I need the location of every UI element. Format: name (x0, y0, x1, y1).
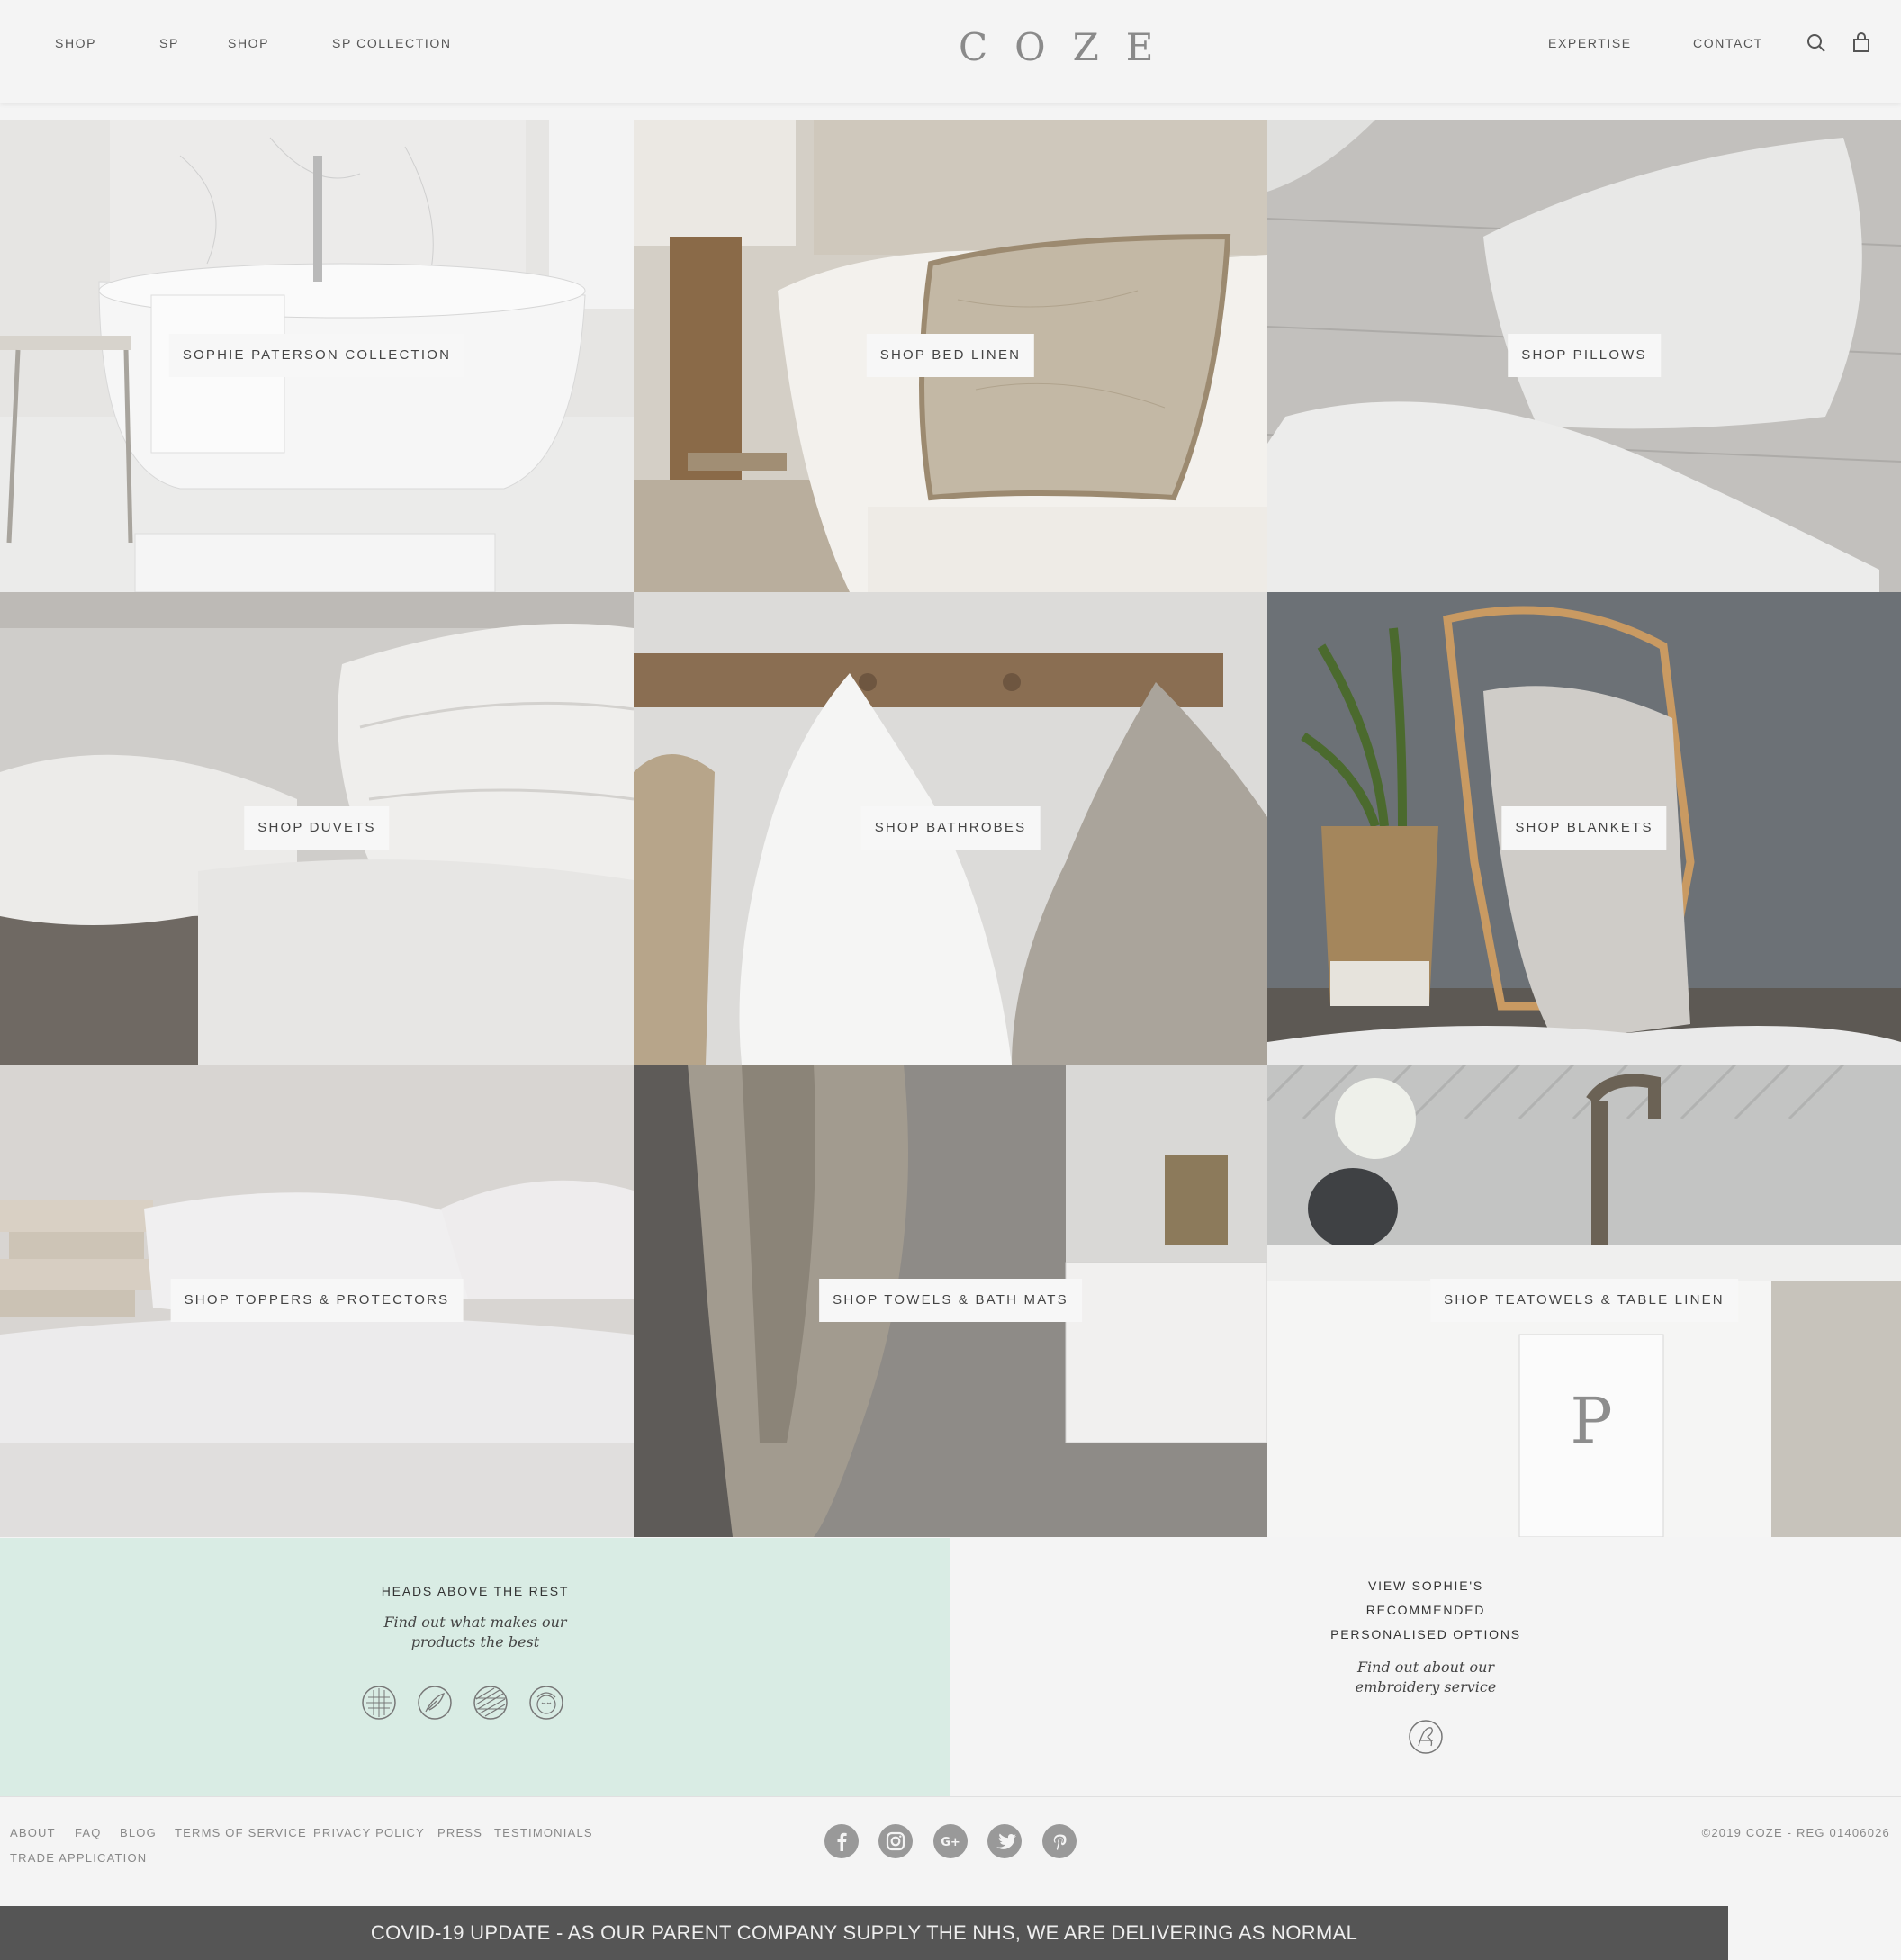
tile-shop-blankets[interactable]: SHOP BLANKETS (1267, 592, 1901, 1065)
footer-link-privacy[interactable]: PRIVACY POLICY (313, 1826, 425, 1839)
nav-shop-2[interactable]: SHOP (228, 36, 269, 50)
tile-label[interactable]: SHOP TEATOWELS & TABLE LINEN (1430, 1279, 1738, 1322)
facebook-icon[interactable] (824, 1824, 859, 1858)
promo-heading-line-3: PERSONALISED OPTIONS (1330, 1627, 1521, 1641)
promo-heads-above-the-rest[interactable]: HEADS ABOVE THE REST Find out what makes… (0, 1538, 950, 1796)
nav-sp-collection[interactable]: SP COLLECTION (332, 36, 452, 50)
monogram-p: P (1570, 1384, 1612, 1458)
tile-label[interactable]: SOPHIE PATERSON COLLECTION (168, 334, 465, 377)
promo-heading-line-1: VIEW SOPHIE'S (1368, 1578, 1483, 1593)
promo-subtext-1: Find out what makes our (383, 1614, 567, 1631)
tile-shop-duvets[interactable]: SHOP DUVETS (0, 592, 634, 1065)
footer-link-blog[interactable]: BLOG (120, 1826, 157, 1839)
monogram-icon (1409, 1720, 1443, 1754)
tile-shop-toppers-protectors[interactable]: SHOP TOPPERS & PROTECTORS (0, 1065, 634, 1537)
pinterest-icon[interactable] (1042, 1824, 1077, 1858)
promo-personalised-options[interactable]: VIEW SOPHIE'S RECOMMENDED PERSONALISED O… (950, 1538, 1901, 1796)
instagram-icon[interactable] (878, 1824, 913, 1858)
promo-subtext-2: embroidery service (1355, 1678, 1497, 1695)
thread-count-icon (473, 1686, 508, 1720)
tile-sophie-paterson-collection[interactable]: SOPHIE PATERSON COLLECTION (0, 120, 634, 592)
promo-heading-line-2: RECOMMENDED (1365, 1603, 1486, 1617)
feather-down-icon (418, 1686, 452, 1720)
site-header: SHOP SP SHOP SP COLLECTION COZE EXPERTIS… (0, 0, 1901, 103)
footer-link-about[interactable]: ABOUT (10, 1826, 56, 1839)
tile-label[interactable]: SHOP BATHROBES (860, 806, 1041, 850)
promo-heading: HEADS ABOVE THE REST (381, 1584, 570, 1598)
twitter-icon[interactable] (987, 1824, 1022, 1858)
tile-shop-bed-linen[interactable]: SHOP BED LINEN (634, 120, 1267, 592)
tile-label[interactable]: SHOP BED LINEN (866, 334, 1035, 377)
tile-label[interactable]: SHOP DUVETS (244, 806, 390, 850)
footer-link-terms[interactable]: TERMS OF SERVICE (175, 1826, 307, 1839)
nav-shop[interactable]: SHOP (55, 36, 96, 50)
copyright-text: ©2019 COZE - REG 01406026 (1701, 1826, 1890, 1839)
tile-shop-pillows[interactable]: SHOP PILLOWS (1267, 120, 1901, 592)
nav-sp[interactable]: SP (159, 36, 179, 50)
promo-subtext-1: Find out about our (1356, 1659, 1495, 1676)
tile-label[interactable]: SHOP TOPPERS & PROTECTORS (170, 1279, 464, 1322)
nav-expertise[interactable]: EXPERTISE (1548, 36, 1632, 50)
promo-subtext-2: products the best (410, 1633, 540, 1650)
tile-shop-teatowels-table-linen[interactable]: P SHOP TEATOWELS & TABLE LINEN (1267, 1065, 1901, 1537)
svg-text:G+: G+ (941, 1836, 960, 1849)
google-plus-icon[interactable]: G+ (933, 1824, 968, 1858)
nav-contact[interactable]: CONTACT (1693, 36, 1763, 50)
sleeping-face-icon (529, 1686, 563, 1720)
footer-link-trade-application[interactable]: TRADE APPLICATION (10, 1851, 147, 1865)
tile-shop-towels-bath-mats[interactable]: SHOP TOWELS & BATH MATS (634, 1065, 1267, 1537)
covid-update-banner[interactable]: COVID-19 UPDATE - AS OUR PARENT COMPANY … (0, 1906, 1728, 1960)
site-logo[interactable]: COZE (959, 25, 1180, 69)
footer-link-press[interactable]: PRESS (437, 1826, 482, 1839)
footer-link-faq[interactable]: FAQ (75, 1826, 102, 1839)
fabric-weave-icon (362, 1686, 396, 1720)
search-icon[interactable] (1806, 32, 1827, 54)
tile-shop-bathrobes[interactable]: SHOP BATHROBES (634, 592, 1267, 1065)
site-footer: ABOUT FAQ BLOG TERMS OF SERVICE PRIVACY … (0, 1796, 1901, 1906)
tile-label[interactable]: SHOP BLANKETS (1501, 806, 1667, 850)
tile-label[interactable]: SHOP PILLOWS (1508, 334, 1661, 377)
footer-link-testimonials[interactable]: TESTIMONIALS (494, 1826, 593, 1839)
tile-label[interactable]: SHOP TOWELS & BATH MATS (819, 1279, 1082, 1322)
cart-bag-icon[interactable] (1851, 32, 1872, 54)
category-grid: SOPHIE PATERSON COLLECTION SHOP BED LINE… (0, 120, 1901, 1538)
